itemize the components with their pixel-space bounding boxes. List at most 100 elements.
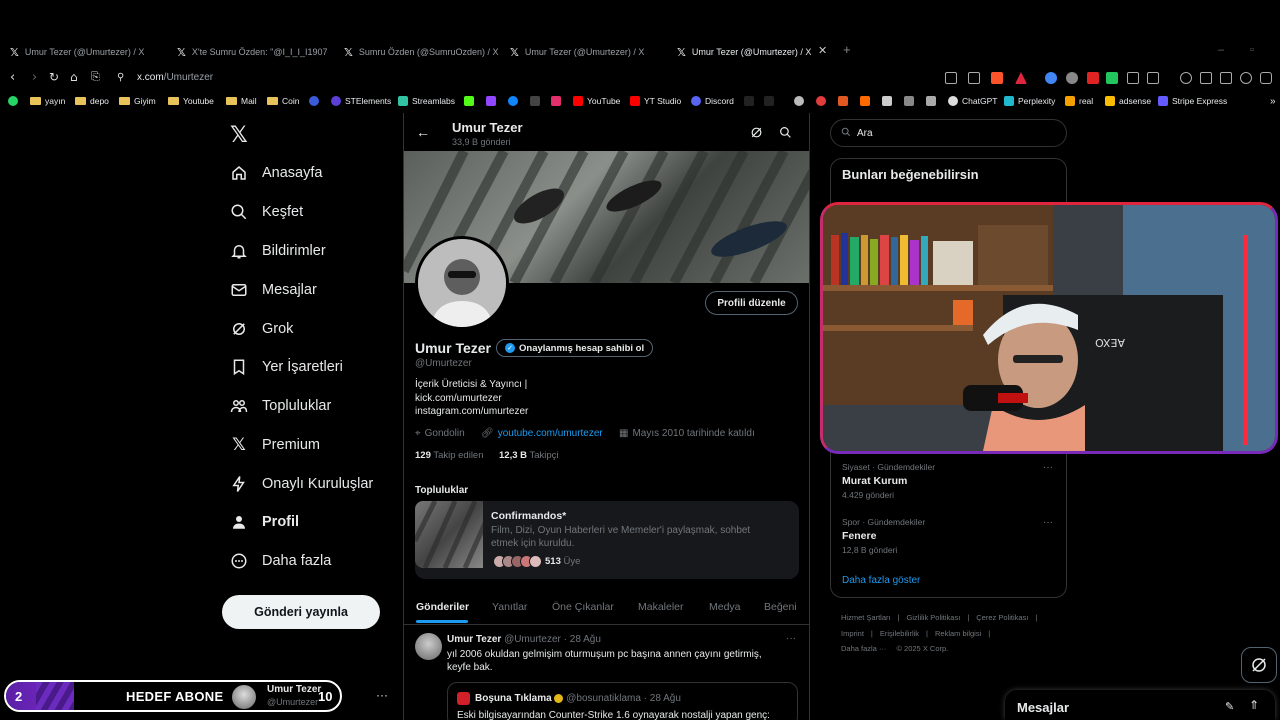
bookmark-twitch[interactable]: [486, 96, 496, 106]
search-input[interactable]: Ara: [830, 119, 1067, 147]
footer-link[interactable]: Erişilebilirlik: [880, 629, 919, 638]
bio-link-instagram[interactable]: instagram.com/umurtezer: [415, 406, 528, 417]
bookmark-extra[interactable]: [926, 96, 936, 106]
nav-item-explore[interactable]: Keşfet: [230, 200, 303, 224]
browser-tab-active[interactable]: 𝕏 Umur Tezer (@Umurtezer) / X: [677, 43, 812, 61]
bookmark-adsense[interactable]: adsense: [1105, 96, 1151, 106]
bookmark-folder[interactable]: depo: [75, 96, 109, 106]
new-tab-button[interactable]: +: [843, 42, 851, 57]
sidebar-icon[interactable]: [1200, 72, 1212, 84]
bookmark-yt-studio[interactable]: YT Studio: [630, 96, 681, 106]
profile-website[interactable]: 🔗︎ youtube.com/umurtezer: [481, 428, 603, 439]
bookmark-instagram[interactable]: [551, 96, 561, 106]
post-more-icon[interactable]: ···: [786, 633, 796, 644]
extension-icon[interactable]: [1066, 72, 1078, 84]
whatsapp-bookmark[interactable]: [8, 96, 18, 106]
bookmark-streamlabs[interactable]: Streamlabs: [398, 96, 455, 106]
reload-icon[interactable]: ↻: [49, 70, 59, 84]
messages-drawer[interactable]: Mesajlar ✎ ⇑: [1005, 690, 1275, 720]
nav-item-verified-orgs[interactable]: Onaylı Kuruluşlar: [230, 472, 373, 496]
new-message-icon[interactable]: ✎: [1225, 700, 1234, 713]
footer-more-link[interactable]: Daha fazla ···: [841, 644, 886, 653]
trend-more-icon[interactable]: ···: [1043, 517, 1053, 528]
footer-link[interactable]: Imprint: [841, 629, 864, 638]
cast-icon[interactable]: [945, 72, 957, 84]
profile-avatar[interactable]: [415, 236, 509, 330]
bookmark-tiktok[interactable]: [744, 96, 754, 106]
bookmark-kick[interactable]: [464, 96, 474, 106]
wallet-icon[interactable]: [1220, 72, 1232, 84]
bookmark-x[interactable]: [530, 96, 540, 106]
minimize-icon[interactable]: –: [1218, 44, 1224, 56]
account-more-icon[interactable]: ···: [376, 688, 388, 702]
bookmark-folder[interactable]: Youtube: [168, 96, 214, 106]
bookmark-extra[interactable]: [794, 96, 804, 106]
tab-media[interactable]: Medya: [709, 601, 741, 613]
grok-icon[interactable]: [750, 126, 763, 144]
bookmark-page-icon[interactable]: ⎘: [91, 70, 100, 84]
leo-ai-icon[interactable]: [1240, 72, 1252, 84]
grok-float-button[interactable]: [1241, 647, 1277, 683]
brave-shield-icon[interactable]: [991, 72, 1003, 84]
bookmark-folder[interactable]: Giyim: [119, 96, 156, 106]
footer-link[interactable]: Gizlilik Politikası: [907, 613, 961, 622]
bookmark-stelements[interactable]: STElements: [331, 96, 391, 106]
bookmark-tiktok-s[interactable]: [764, 96, 774, 106]
trend-name[interactable]: Fenere: [842, 530, 876, 542]
extension-icon[interactable]: [1106, 72, 1118, 84]
followers-stat[interactable]: 12,3 B Takipçi: [499, 450, 559, 461]
bookmark-real[interactable]: real: [1065, 96, 1093, 106]
back-icon[interactable]: ‹: [10, 70, 15, 85]
get-verified-button[interactable]: ✓ Onaylanmış hesap sahibi ol: [496, 339, 654, 357]
bookmark-folder[interactable]: Mail: [226, 96, 257, 106]
media-icon[interactable]: [1180, 72, 1192, 84]
bookmark-bluesky[interactable]: [508, 96, 518, 106]
extensions-puzzle-icon[interactable]: [1127, 72, 1139, 84]
bookmark-chatgpt[interactable]: ChatGPT: [948, 96, 997, 106]
back-arrow-icon[interactable]: ←: [416, 124, 430, 140]
site-settings-icon[interactable]: ⚲: [117, 72, 124, 83]
close-tab-icon[interactable]: ✕: [818, 44, 827, 57]
bookmark-folder[interactable]: yayın: [30, 96, 65, 106]
expand-icon[interactable]: ⇑: [1249, 698, 1259, 712]
tab-likes[interactable]: Beğeni: [764, 601, 797, 613]
tab-articles[interactable]: Makaleler: [638, 601, 684, 613]
show-more-link[interactable]: Daha fazla göster: [842, 575, 920, 586]
footer-link[interactable]: Çerez Politikası: [976, 613, 1028, 622]
more-bookmarks-icon[interactable]: »: [1270, 96, 1276, 107]
browser-tab[interactable]: 𝕏 Umur Tezer (@Umurtezer) / X: [10, 43, 170, 61]
bookmark-r[interactable]: [309, 96, 319, 106]
bookmark-extra[interactable]: [816, 96, 826, 106]
tab-highlights[interactable]: Öne Çıkanlar: [552, 601, 614, 613]
trend-name[interactable]: Murat Kurum: [842, 475, 907, 487]
bookmark-perplexity[interactable]: Perplexity: [1004, 96, 1055, 106]
bookmark-extra[interactable]: [838, 96, 848, 106]
following-stat[interactable]: 129 Takip edilen: [415, 450, 484, 461]
forward-icon[interactable]: ›: [32, 70, 37, 85]
post-button[interactable]: Gönderi yayınla: [222, 595, 380, 629]
tab-search-icon[interactable]: [1147, 72, 1159, 84]
vpn-icon[interactable]: [1260, 72, 1272, 84]
browser-tab[interactable]: 𝕏 Sumru Özden (@SumruOzden) / X: [344, 43, 504, 61]
footer-link[interactable]: Hizmet Şartları: [841, 613, 891, 622]
browser-tab[interactable]: 𝕏 Umur Tezer (@Umurtezer) / X: [510, 43, 670, 61]
nav-item-communities[interactable]: Topluluklar: [230, 394, 331, 418]
search-icon[interactable]: [779, 126, 792, 144]
home-browser-icon[interactable]: ⌂: [70, 70, 78, 84]
nav-item-messages[interactable]: Mesajlar: [230, 278, 317, 302]
nav-item-home[interactable]: Anasayfa: [230, 161, 322, 185]
bookmark-stripe[interactable]: Stripe Express: [1158, 96, 1227, 106]
bio-link-kick[interactable]: kick.com/umurtezer: [415, 393, 502, 404]
bookmark-extra[interactable]: [860, 96, 870, 106]
tab-posts[interactable]: Gönderiler: [416, 601, 469, 613]
bookmark-youtube[interactable]: YouTube: [573, 96, 620, 106]
extension-icon[interactable]: [1087, 72, 1099, 84]
bookmark-folder[interactable]: Coin: [267, 96, 299, 106]
tab-replies[interactable]: Yanıtlar: [492, 601, 527, 613]
nav-item-premium[interactable]: 𝕏 Premium: [230, 433, 320, 457]
footer-link[interactable]: Reklam bilgisi: [935, 629, 981, 638]
nav-item-bookmarks[interactable]: Yer İşaretleri: [230, 355, 343, 379]
nav-item-profile[interactable]: Profil: [230, 510, 299, 534]
extension-icon[interactable]: [1045, 72, 1057, 84]
nav-item-more[interactable]: Daha fazla: [230, 549, 331, 573]
